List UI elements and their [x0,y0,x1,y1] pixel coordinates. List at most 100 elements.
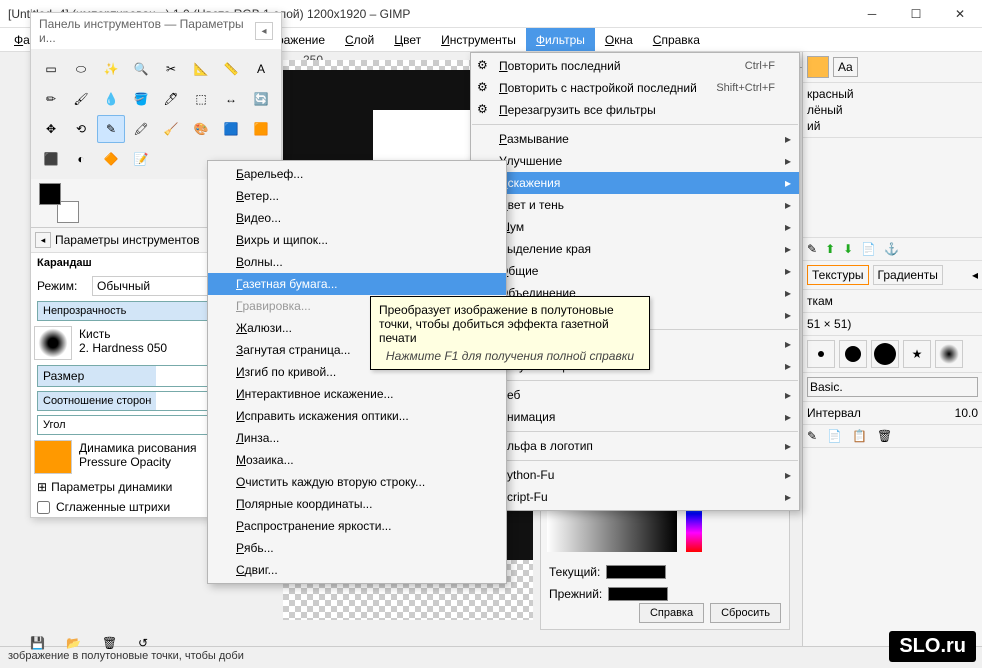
tool-25[interactable]: ◐ [67,145,95,173]
channel-red[interactable]: красный [807,87,978,101]
filters-item[interactable]: ⚙Повторить последнийCtrl+F [471,55,799,77]
filters-item[interactable]: ⚙Повторить с настройкой последнийShift+C… [471,77,799,99]
distort-item[interactable]: Мозаика... [208,449,506,471]
distort-item[interactable]: Ветер... [208,185,506,207]
tool-14[interactable]: ↔ [217,85,245,113]
tool-13[interactable]: ⬚ [187,85,215,113]
filters-item[interactable]: ⚙Перезагрузить все фильтры [471,99,799,121]
dynamics-icon[interactable] [34,440,72,474]
menu-фильтры[interactable]: Фильтры [526,28,595,51]
layer-up-icon[interactable]: ⬆ [825,242,835,256]
menu-справка[interactable]: Справка [643,28,710,51]
window-close-button[interactable]: ✕ [938,0,982,28]
tool-8[interactable]: ✏ [37,85,65,113]
distort-item[interactable]: Вихрь и щипок... [208,229,506,251]
smooth-strokes-checkbox[interactable] [37,501,50,514]
window-minimize-button[interactable]: ─ [850,0,894,28]
filters-item[interactable]: Шум [471,216,799,238]
layer-edit-icon[interactable]: ✎ [807,242,817,256]
tool-7[interactable]: A [247,55,275,83]
tool-20[interactable]: 🧹 [157,115,185,143]
filters-item[interactable]: Свет и тень [471,194,799,216]
channel-blue[interactable]: ий [807,119,978,133]
distort-item[interactable]: Линза... [208,427,506,449]
distort-item[interactable]: Исправить искажения оптики... [208,405,506,427]
menu-слой[interactable]: Слой [335,28,384,51]
undo-history-icon[interactable] [807,56,829,78]
channel-green[interactable]: лёный [807,103,978,117]
tool-10[interactable]: 💧 [97,85,125,113]
brush-thumb[interactable] [935,340,963,368]
window-maximize-button[interactable]: ☐ [894,0,938,28]
filters-item[interactable]: Искажения [471,172,799,194]
tool-12[interactable]: 🖊 [157,85,185,113]
filters-item[interactable]: Общие [471,260,799,282]
distort-item[interactable]: Волны... [208,251,506,273]
tool-11[interactable]: 🪣 [127,85,155,113]
brush-thumb[interactable]: ★ [903,340,931,368]
filters-item[interactable]: Script-Fu [471,486,799,508]
dynamics-params-expander[interactable]: Параметры динамики [51,480,172,494]
toolbox-collapse-button[interactable]: ◂ [255,22,273,40]
distort-item[interactable]: Сдвиг... [208,559,506,581]
brush-del-icon[interactable]: 🗑 [877,429,892,443]
tool-27[interactable]: 📝 [127,145,155,173]
toolbox-titlebar[interactable]: Панель инструментов — Параметры и... ◂ [31,13,281,49]
reset-options-icon[interactable]: ↺ [138,636,160,658]
tool-3[interactable]: 🔍 [127,55,155,83]
brush-thumb[interactable] [839,340,867,368]
filters-item[interactable]: Анимация [471,406,799,428]
filters-item[interactable]: Альфа в логотип [471,435,799,457]
brush-preview[interactable] [34,326,72,360]
filters-item[interactable]: Выделение края [471,238,799,260]
tool-21[interactable]: 🎨 [187,115,215,143]
interval-value[interactable]: 10.0 [955,406,978,420]
distort-item[interactable]: Видео... [208,207,506,229]
distort-item[interactable]: Рябь... [208,537,506,559]
menu-инструменты[interactable]: Инструменты [431,28,526,51]
textures-tab[interactable]: Текстуры [807,265,869,285]
options-toggle-icon[interactable]: ◂ [35,232,51,248]
brush-thumb[interactable] [871,340,899,368]
tool-17[interactable]: ⟲ [67,115,95,143]
previous-color-swatch[interactable] [608,587,668,601]
tool-4[interactable]: ✂ [157,55,185,83]
filters-item[interactable]: Улучшение [471,150,799,172]
layer-anchor-icon[interactable]: ⚓ [884,242,899,256]
distort-item[interactable]: Очистить каждую вторую строку... [208,471,506,493]
restore-options-icon[interactable]: 📂 [66,636,88,658]
tool-6[interactable]: 📏 [217,55,245,83]
layer-dup-icon[interactable]: 📄 [861,242,876,256]
tool-2[interactable]: ✨ [97,55,125,83]
distort-item[interactable]: Интерактивное искажение... [208,383,506,405]
save-options-icon[interactable]: 💾 [30,636,52,658]
menu-окна[interactable]: Окна [595,28,643,51]
distort-item[interactable]: Барельеф... [208,163,506,185]
tool-0[interactable]: ▭ [37,55,65,83]
distort-item[interactable]: Распространение яркости... [208,515,506,537]
tool-19[interactable]: 🖍 [127,115,155,143]
brush-dup-icon[interactable]: 📋 [852,429,867,443]
tool-24[interactable]: ⬛ [37,145,65,173]
tool-15[interactable]: 🔄 [247,85,275,113]
tool-9[interactable]: 🖌 [67,85,95,113]
delete-options-icon[interactable]: 🗑 [102,636,124,658]
color-help-button[interactable]: Справка [639,603,704,623]
tool-16[interactable]: ✥ [37,115,65,143]
tool-22[interactable]: 🟦 [217,115,245,143]
color-reset-button[interactable]: Сбросить [710,603,781,623]
tool-26[interactable]: 🔶 [97,145,125,173]
layer-down-icon[interactable]: ⬇ [843,242,853,256]
filters-item[interactable]: Размывание [471,128,799,150]
distort-item[interactable]: Полярные координаты... [208,493,506,515]
tool-18[interactable]: ✎ [97,115,125,143]
tool-23[interactable]: 🟧 [247,115,275,143]
brush-thumb[interactable] [807,340,835,368]
brush-edit-icon[interactable]: ✎ [807,429,817,443]
menu-цвет[interactable]: Цвет [384,28,431,51]
filters-item[interactable]: Веб [471,384,799,406]
brushset-dropdown[interactable]: Basic. [807,377,978,397]
gradients-tab[interactable]: Градиенты [873,265,943,285]
tool-5[interactable]: 📐 [187,55,215,83]
foreground-color-swatch[interactable] [39,183,61,205]
